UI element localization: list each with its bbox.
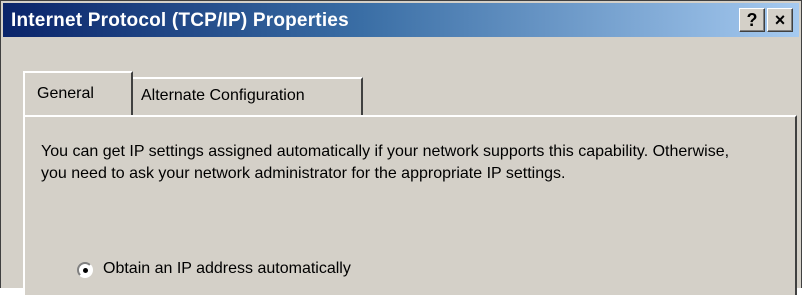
tab-general-label: General [37,85,94,102]
radio-selected-dot [83,268,88,273]
title-bar[interactable]: Internet Protocol (TCP/IP) Properties ? … [3,3,799,37]
obtain-ip-automatically-label: Obtain an IP address automatically [103,260,351,277]
tab-alternate-configuration-label: Alternate Configuration [141,87,305,104]
close-button[interactable]: × [767,8,793,32]
obtain-ip-automatically-radio[interactable] [77,262,93,278]
tab-alternate-configuration[interactable]: Alternate Configuration [133,77,363,115]
help-button[interactable]: ? [739,8,765,32]
window-title: Internet Protocol (TCP/IP) Properties [11,10,349,31]
tab-general[interactable]: General [23,71,133,115]
tcpip-properties-dialog: Internet Protocol (TCP/IP) Properties ? … [0,0,802,295]
description-text: You can get IP settings assigned automat… [41,143,730,182]
